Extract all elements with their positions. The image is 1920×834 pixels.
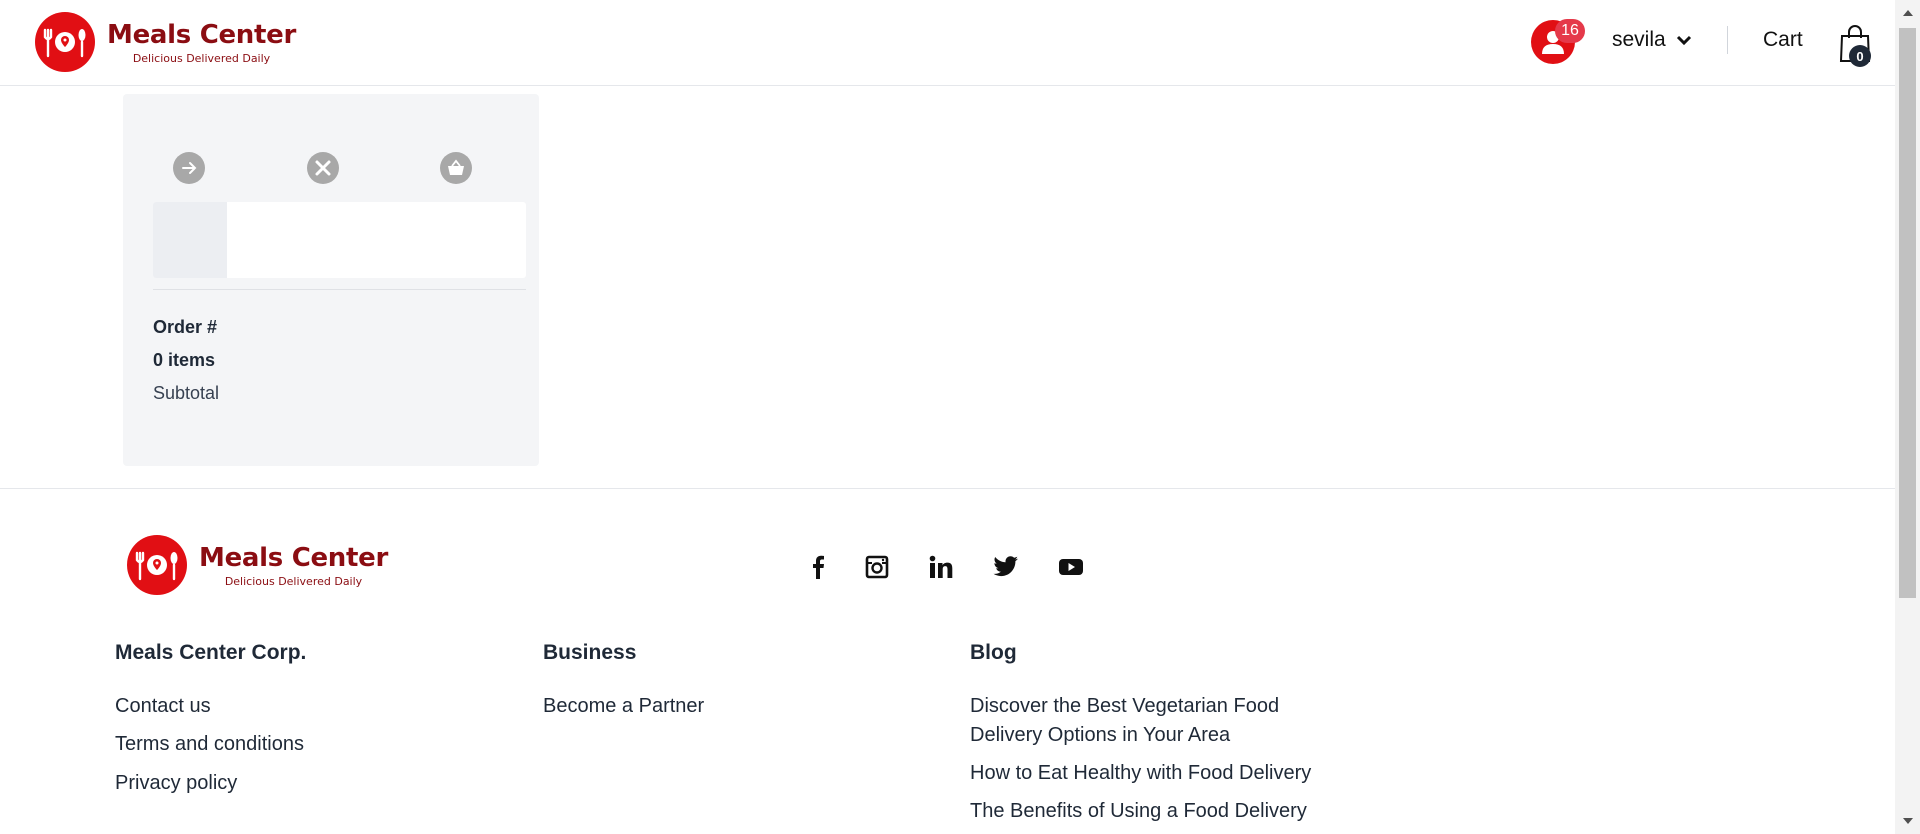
scroll-down-arrow-icon[interactable] <box>1899 812 1916 830</box>
logo-emblem-icon <box>127 535 187 595</box>
terms-link[interactable]: Terms and conditions <box>115 730 304 759</box>
footer-divider <box>0 488 1895 489</box>
logo-name: Meals Center <box>107 19 297 50</box>
footer-col-title-blog: Blog <box>970 641 1017 664</box>
logo-text: Meals Center Delicious Delivered Daily <box>107 20 296 65</box>
footer-logo[interactable]: Meals Center Delicious Delivered Daily <box>127 535 388 595</box>
logo-tagline: Delicious Delivered Daily <box>132 51 271 65</box>
blog-link-healthy[interactable]: How to Eat Healthy with Food Delivery <box>970 759 1311 788</box>
footer-col-title-business: Business <box>543 641 637 664</box>
scrollbar-thumb[interactable] <box>1899 28 1916 598</box>
order-subtotal: Subtotal <box>153 383 220 403</box>
order-item-thumbnail <box>153 202 227 278</box>
twitter-icon[interactable] <box>991 552 1021 582</box>
blog-link-vegetarian[interactable]: Discover the Best Vegetarian Food Delive… <box>970 692 1310 750</box>
blog-link-benefits[interactable]: The Benefits of Using a Food Delivery <box>970 797 1307 826</box>
basket-icon <box>440 152 472 184</box>
order-number: Order # <box>153 317 218 337</box>
instagram-icon[interactable] <box>862 552 892 582</box>
cart-count-badge: 0 <box>1849 45 1871 67</box>
logo-emblem-icon <box>35 12 95 72</box>
footer-col-title-corp: Meals Center Corp. <box>115 641 307 664</box>
youtube-icon[interactable] <box>1056 552 1086 582</box>
utensils-icon <box>307 152 339 184</box>
cart-link[interactable]: Cart <box>1763 28 1803 52</box>
arrow-right-icon <box>173 152 205 184</box>
scroll-up-arrow-icon[interactable] <box>1899 4 1916 22</box>
header-logo[interactable]: Meals Center Delicious Delivered Daily <box>35 12 296 72</box>
order-summary-card: Order # 0 items Subtotal <box>123 94 539 466</box>
order-divider <box>153 289 526 290</box>
logo-name: Meals Center <box>199 542 389 573</box>
top-header: Meals Center Delicious Delivered Daily 1… <box>0 0 1895 86</box>
logo-text: Meals Center Delicious Delivered Daily <box>199 543 388 588</box>
privacy-policy-link[interactable]: Privacy policy <box>115 769 237 798</box>
header-divider <box>1727 26 1728 54</box>
page: Meals Center Delicious Delivered Daily 1… <box>0 0 1920 834</box>
linkedin-icon[interactable] <box>926 552 956 582</box>
logo-tagline: Delicious Delivered Daily <box>224 574 363 588</box>
order-item-count: 0 items <box>153 350 216 370</box>
user-menu-toggle[interactable]: sevila <box>1612 28 1692 52</box>
notification-badge[interactable]: 16 <box>1555 19 1585 43</box>
order-item-placeholder <box>153 202 526 278</box>
chevron-down-icon <box>1676 35 1691 46</box>
contact-us-link[interactable]: Contact us <box>115 692 211 721</box>
facebook-icon[interactable] <box>803 552 833 582</box>
become-partner-link[interactable]: Become a Partner <box>543 692 704 721</box>
username-label: sevila <box>1612 28 1666 51</box>
